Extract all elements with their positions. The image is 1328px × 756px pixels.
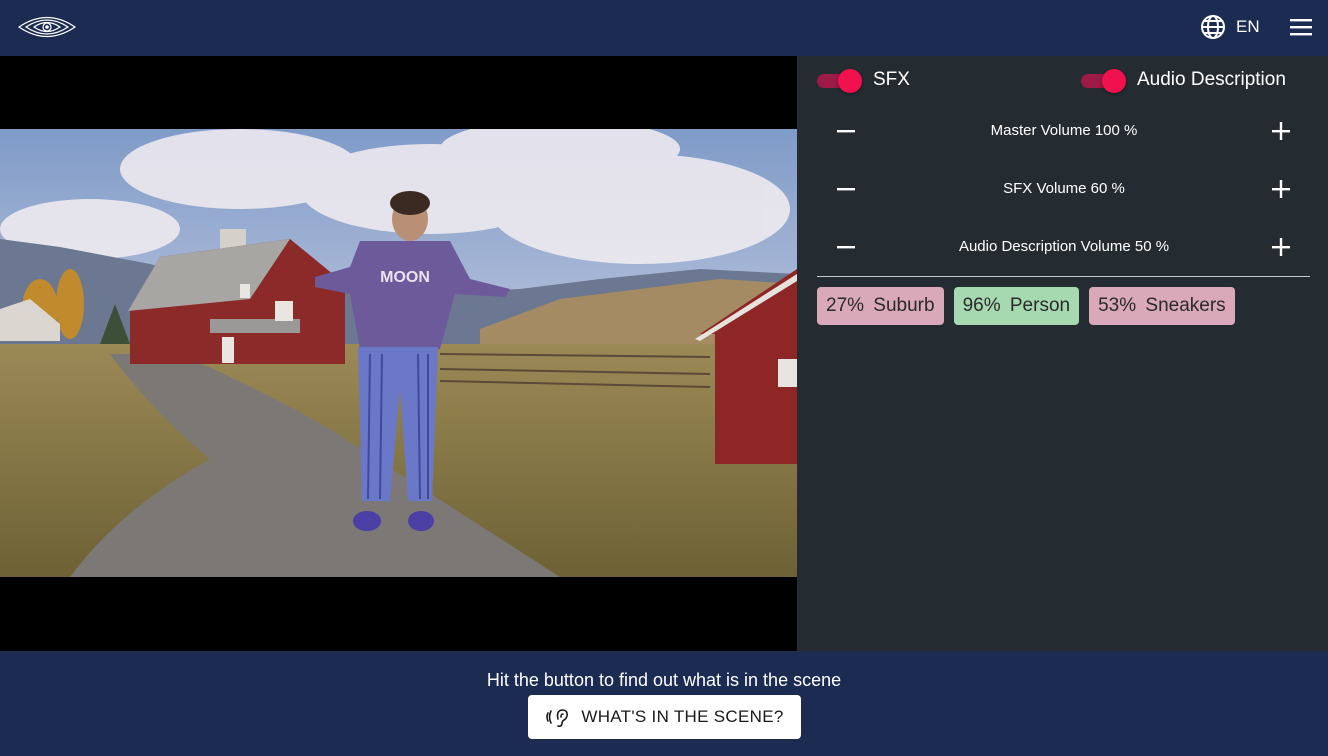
sfx-volume-label: SFX Volume 60 % (1003, 180, 1125, 197)
sfx-volume-row: SFX Volume 60 % (797, 169, 1328, 209)
whats-in-the-scene-button[interactable]: WHAT'S IN THE SCENE? (528, 695, 801, 739)
whats-in-the-scene-label: WHAT'S IN THE SCENE? (581, 707, 784, 726)
scene-hint-text: Hit the button to find out what is in th… (486, 670, 842, 690)
app-root: EN MOON SFX Audio Description Master Vol… (0, 0, 1328, 756)
panel-divider (817, 276, 1310, 277)
audio-description-volume-decrease-button[interactable] (834, 235, 858, 259)
audio-description-volume-increase-button[interactable] (1269, 235, 1293, 259)
eye-logo-icon[interactable] (18, 10, 76, 44)
sweater-text: MOON (380, 269, 430, 286)
scene-tags: 27% Suburb 96% Person 53% Sneakers (817, 287, 1235, 325)
language-selector[interactable]: EN (1200, 12, 1260, 42)
sfx-volume-decrease-button[interactable] (834, 177, 858, 201)
video-player[interactable]: MOON (0, 56, 797, 651)
sfx-toggle-label: SFX (873, 69, 910, 90)
audio-description-toggle[interactable]: Audio Description (1081, 67, 1286, 93)
sfx-switch[interactable] (817, 69, 863, 93)
tag-suburb: 27% Suburb (817, 287, 944, 325)
tag-person: 96% Person (953, 287, 1080, 325)
top-bar: EN (0, 0, 1328, 56)
master-volume-increase-button[interactable] (1269, 119, 1293, 143)
controls-panel: SFX Audio Description Master Volume 100 … (797, 56, 1328, 651)
language-label: EN (1236, 17, 1260, 36)
hamburger-menu-icon[interactable] (1288, 16, 1314, 38)
bottom-bar: Hit the button to find out what is in th… (0, 651, 1328, 756)
master-volume-label: Master Volume 100 % (990, 122, 1138, 139)
audio-description-volume-label: Audio Description Volume 50 % (958, 238, 1170, 255)
audio-description-volume-row: Audio Description Volume 50 % (797, 227, 1328, 267)
audio-description-toggle-label: Audio Description (1137, 69, 1286, 90)
tag-sneakers: 53% Sneakers (1089, 287, 1235, 325)
master-volume-decrease-button[interactable] (834, 119, 858, 143)
sfx-volume-increase-button[interactable] (1269, 177, 1293, 201)
ear-audio-icon (546, 709, 569, 728)
globe-icon (1201, 15, 1225, 39)
audio-description-switch[interactable] (1081, 69, 1127, 93)
sfx-toggle[interactable]: SFX (817, 67, 910, 93)
master-volume-row: Master Volume 100 % (797, 111, 1328, 151)
video-frame: MOON (0, 129, 797, 577)
